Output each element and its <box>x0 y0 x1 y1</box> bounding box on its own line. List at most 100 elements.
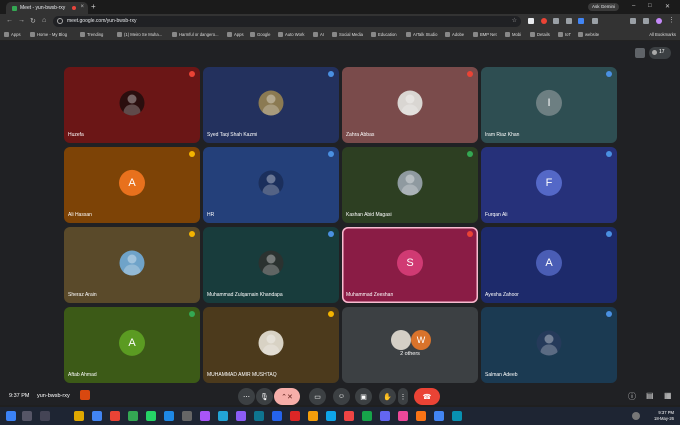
camera-off-button[interactable]: ⌃✕ <box>274 388 300 405</box>
raise-hand-button[interactable]: ✋ <box>379 388 396 405</box>
present-button[interactable]: ▣ <box>355 388 372 405</box>
self-view-icon[interactable] <box>635 48 645 58</box>
bookmark-item[interactable]: AI <box>313 31 324 39</box>
taskbar-app-icon[interactable] <box>182 411 192 421</box>
bookmark-item[interactable]: Home - My Blog <box>30 31 67 39</box>
tab-meet[interactable]: Meet - yun-bwsb-rxy × <box>6 2 88 14</box>
start-icon[interactable] <box>6 411 16 421</box>
taskbar-app-icon[interactable] <box>398 411 408 421</box>
taskbar-app-icon[interactable] <box>218 411 228 421</box>
participant-tile[interactable]: A Ali Hassan <box>64 147 200 223</box>
participant-tile[interactable]: F Furqan Ali <box>481 147 617 223</box>
participant-tile[interactable]: Muhammad Zulqarnain Khandapa <box>203 227 339 303</box>
bookmark-item[interactable]: Trending <box>80 31 103 39</box>
whatsapp-icon[interactable] <box>146 411 156 421</box>
more-options-button[interactable]: ⋮ <box>398 388 408 405</box>
participant-tile[interactable]: I Iram Riaz Khan <box>481 67 617 143</box>
reload-icon[interactable]: ↻ <box>30 17 36 25</box>
close-tab-icon[interactable]: × <box>80 4 84 10</box>
search-icon[interactable] <box>22 411 32 421</box>
info-icon[interactable]: ⓘ <box>628 391 636 402</box>
taskbar-app-icon[interactable] <box>344 411 354 421</box>
participant-tile[interactable]: A Aftab Ahmad <box>64 307 200 383</box>
taskbar-app-icon[interactable] <box>164 411 174 421</box>
taskbar-app-icon[interactable] <box>308 411 318 421</box>
forward-icon[interactable]: → <box>18 17 25 24</box>
menu-kebab-icon[interactable]: ⋮ <box>668 16 675 24</box>
all-bookmarks-button[interactable]: All Bookmarks <box>649 31 676 39</box>
extension-icon-3[interactable] <box>578 18 584 24</box>
file-explorer-icon[interactable] <box>74 411 84 421</box>
bookmark-item[interactable]: (1) Meiro Se Muha... <box>117 31 162 39</box>
bookmark-item[interactable]: Social Media <box>332 31 363 39</box>
address-bar[interactable]: meet.google.com/yun-bwsb-rxy ☆ <box>53 16 521 27</box>
close-window-icon[interactable]: ✕ <box>665 3 670 10</box>
back-icon[interactable]: ← <box>6 17 13 24</box>
taskbar-app-icon[interactable] <box>380 411 390 421</box>
taskbar-app-icon[interactable] <box>200 411 210 421</box>
taskbar-app-icon[interactable] <box>128 411 138 421</box>
activities-icon[interactable]: ▦ <box>664 391 672 400</box>
participant-tile[interactable]: MUHAMMAD AMIR MUSHTAQ <box>203 307 339 383</box>
bookmark-item[interactable]: Details <box>530 31 550 39</box>
bookmark-item[interactable]: Auto Work <box>278 31 304 39</box>
participant-tile[interactable]: Sheraz Arain <box>64 227 200 303</box>
taskbar-app-icon[interactable] <box>452 411 462 421</box>
taskbar-app-icon[interactable] <box>110 411 120 421</box>
bookmark-item[interactable]: Harmful or dangero... <box>172 31 219 39</box>
bookmark-item[interactable]: Google <box>250 31 271 39</box>
participant-tile[interactable]: Zahra Abbas <box>342 67 478 143</box>
bookmark-item[interactable]: Mobi <box>505 31 521 39</box>
extension-pen-icon[interactable] <box>528 18 534 24</box>
site-info-icon[interactable] <box>57 18 63 24</box>
bookmark-item[interactable]: BMP Net <box>473 31 497 39</box>
participant-tile[interactable]: Salman Adeeb <box>481 307 617 383</box>
participant-tile[interactable]: Syed Taqi Shah Kazmi <box>203 67 339 143</box>
emoji-button[interactable]: ☺ <box>333 388 350 405</box>
meet-activity-icon[interactable] <box>80 390 90 400</box>
extensions-puzzle-icon[interactable] <box>592 18 598 24</box>
participant-tile[interactable]: HR <box>203 147 339 223</box>
microphone-button[interactable]: 🎙 <box>256 388 273 405</box>
extension-icon-2[interactable] <box>566 18 572 24</box>
bookmark-item[interactable]: IoT <box>558 31 571 39</box>
taskbar-app-icon[interactable] <box>362 411 372 421</box>
chrome-icon-2[interactable] <box>434 411 444 421</box>
captions-button[interactable]: ▭ <box>309 388 326 405</box>
home-icon[interactable]: ⌂ <box>42 17 46 24</box>
bookmark-item[interactable]: Adobe <box>445 31 464 39</box>
extension-icon[interactable] <box>553 18 559 24</box>
taskbar-app-icon[interactable] <box>290 411 300 421</box>
taskbar-app-icon[interactable] <box>254 411 264 421</box>
participant-tile[interactable]: W2 others <box>342 307 478 383</box>
bookmark-item[interactable]: AITalk Studio <box>406 31 437 39</box>
system-clock[interactable]: 9:37 PM 18-May-26 <box>654 410 674 422</box>
participant-tile[interactable]: Huzefa <box>64 67 200 143</box>
bookmark-star-icon[interactable]: ☆ <box>512 16 517 27</box>
taskbar-app-icon[interactable] <box>416 411 426 421</box>
ask-gemini-button[interactable]: Ask Gemini <box>588 3 620 11</box>
wifi-icon[interactable] <box>632 412 640 420</box>
profile-avatar[interactable] <box>656 18 662 24</box>
new-tab-button[interactable]: + <box>91 2 96 11</box>
chat-icon[interactable]: ▤ <box>646 391 654 400</box>
taskbar-app-icon[interactable] <box>236 411 246 421</box>
bookmark-item[interactable]: Education <box>371 31 397 39</box>
taskbar-app-icon[interactable] <box>272 411 282 421</box>
more-options-left-button[interactable]: ⋯ <box>238 388 255 405</box>
download-icon[interactable] <box>630 18 636 24</box>
taskbar-app-icon[interactable] <box>326 411 336 421</box>
record-extension-icon[interactable] <box>541 18 547 24</box>
participant-tile[interactable]: Kashan Abid Magasi <box>342 147 478 223</box>
participant-tile[interactable]: A Ayesha Zahoor <box>481 227 617 303</box>
bookmark-item[interactable]: Apps <box>4 31 21 39</box>
participants-pill[interactable]: 17 <box>649 47 671 59</box>
bookmark-item[interactable]: website <box>578 31 599 39</box>
screenshot-icon[interactable] <box>643 18 649 24</box>
leave-call-button[interactable]: ☎ <box>414 388 440 405</box>
taskbar-app-icon[interactable] <box>40 411 50 421</box>
minimize-icon[interactable]: – <box>632 3 635 9</box>
chrome-icon[interactable] <box>92 411 102 421</box>
bookmark-item[interactable]: Apps <box>227 31 244 39</box>
maximize-icon[interactable]: □ <box>648 3 652 9</box>
